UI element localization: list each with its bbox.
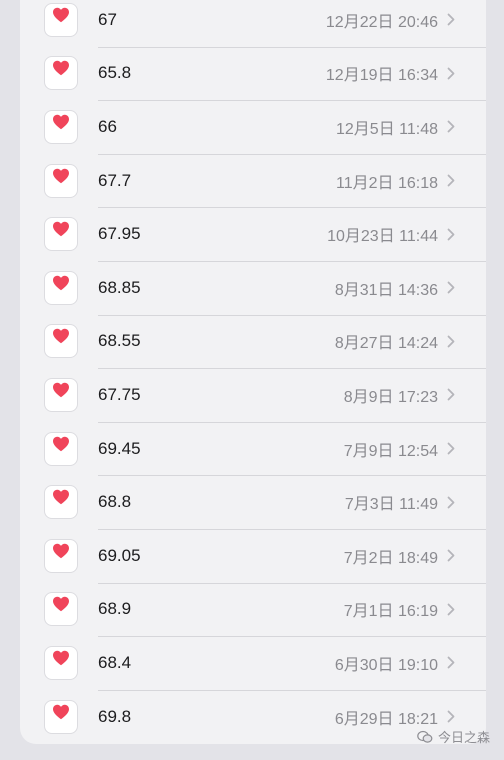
chevron-right-icon [444,656,458,670]
record-date: 7月2日 18:49 [343,549,438,567]
record-date: 11月2日 16:18 [336,174,438,192]
record-date: 8月27日 14:24 [334,335,438,353]
chevron-right-icon [444,174,458,188]
record-row[interactable]: 67.95 10月23日 11:44 [20,207,486,261]
heart-icon [53,329,69,344]
record-row[interactable]: 67.75 8月9日 17:23 [20,368,486,422]
record-value: 66 [98,116,117,136]
heart-icon [53,7,69,23]
heart-icon [53,597,69,612]
record-value: 69.05 [98,545,141,565]
heart-icon-box [44,163,78,198]
record-row[interactable]: 68.4 6月30日 19:10 [20,636,486,690]
record-date: 12月19日 16:34 [325,67,438,85]
heart-icon [53,61,69,76]
record-row[interactable]: 69.45 7月9日 12:54 [20,422,486,476]
heart-icon-box [44,324,78,359]
heart-icon [53,543,69,559]
record-row[interactable]: 65.8 12月19日 16:34 [20,47,486,101]
record-value: 68.55 [98,331,141,351]
record-date: 7月3日 11:49 [344,496,438,514]
heart-icon-box [44,645,78,680]
record-row[interactable]: 69.05 7月2日 18:49 [20,529,486,583]
record-date: 10月23日 11:44 [327,228,438,246]
record-date: 12月22日 20:46 [325,13,438,31]
watermark-text: 今日之森 [437,730,490,745]
chevron-right-icon [444,495,458,509]
record-date: 12月5日 11:48 [336,120,438,138]
chevron-right-icon [444,334,458,348]
heart-icon [53,168,69,183]
heart-icon [53,436,69,451]
chevron-right-icon [444,388,458,402]
heart-icon [53,489,69,505]
record-date: 8月31日 14:36 [334,281,438,299]
record-value: 67.75 [98,384,141,404]
chevron-right-icon [444,281,458,295]
record-date: 6月29日 18:21 [334,710,438,728]
record-row[interactable]: 68.55 8月27日 14:24 [20,315,486,369]
heart-icon-box [44,217,78,252]
chevron-right-icon [444,602,458,616]
heart-icon [53,114,69,130]
chevron-right-icon [444,227,458,241]
heart-icon-box [44,485,78,520]
record-date: 7月1日 16:19 [343,603,438,621]
record-row[interactable]: 68.8 7月3日 11:49 [20,475,486,529]
record-value: 68.85 [98,277,141,297]
heart-icon-box [44,538,78,573]
heart-icon-box [44,699,78,734]
chevron-right-icon [444,710,458,724]
record-row[interactable]: 68.85 8月31日 14:36 [20,261,486,315]
heart-icon-box [44,431,78,466]
record-value: 67 [98,9,117,29]
chevron-right-icon [444,549,458,563]
record-date: 7月9日 12:54 [343,442,438,460]
heart-icon [53,704,69,719]
heart-icon [53,382,69,398]
heart-icon [53,275,69,291]
chevron-right-icon [444,442,458,456]
heart-icon-box [44,56,78,91]
watermark: 今日之森 [417,727,490,746]
heart-icon-box [44,377,78,412]
heart-icon-box [44,270,78,305]
record-value: 65.8 [98,63,132,83]
heart-icon-box [44,109,78,144]
record-row[interactable]: 66 12月5日 11:48 [20,100,486,154]
record-value: 69.45 [98,438,141,458]
heart-icon [53,221,69,237]
record-row[interactable]: 68.9 7月1日 16:19 [20,583,486,637]
heart-icon [53,650,69,666]
record-value: 68.8 [98,492,132,512]
chevron-right-icon [444,13,458,27]
record-value: 69.8 [98,706,132,726]
record-date: 8月9日 17:23 [343,388,438,406]
chevron-right-icon [444,66,458,80]
record-value: 67.95 [98,224,141,244]
record-value: 68.9 [98,599,132,619]
wechat-icon [417,730,433,743]
record-row[interactable]: 67 12月22日 20:46 [20,0,486,47]
record-date: 6月30日 19:10 [334,656,438,674]
chevron-right-icon [444,120,458,134]
record-row[interactable]: 67.7 11月2日 16:18 [20,154,486,208]
heart-icon-box [44,592,78,627]
heart-icon-box [44,2,78,37]
record-value: 67.7 [98,170,132,190]
record-value: 68.4 [98,652,132,672]
